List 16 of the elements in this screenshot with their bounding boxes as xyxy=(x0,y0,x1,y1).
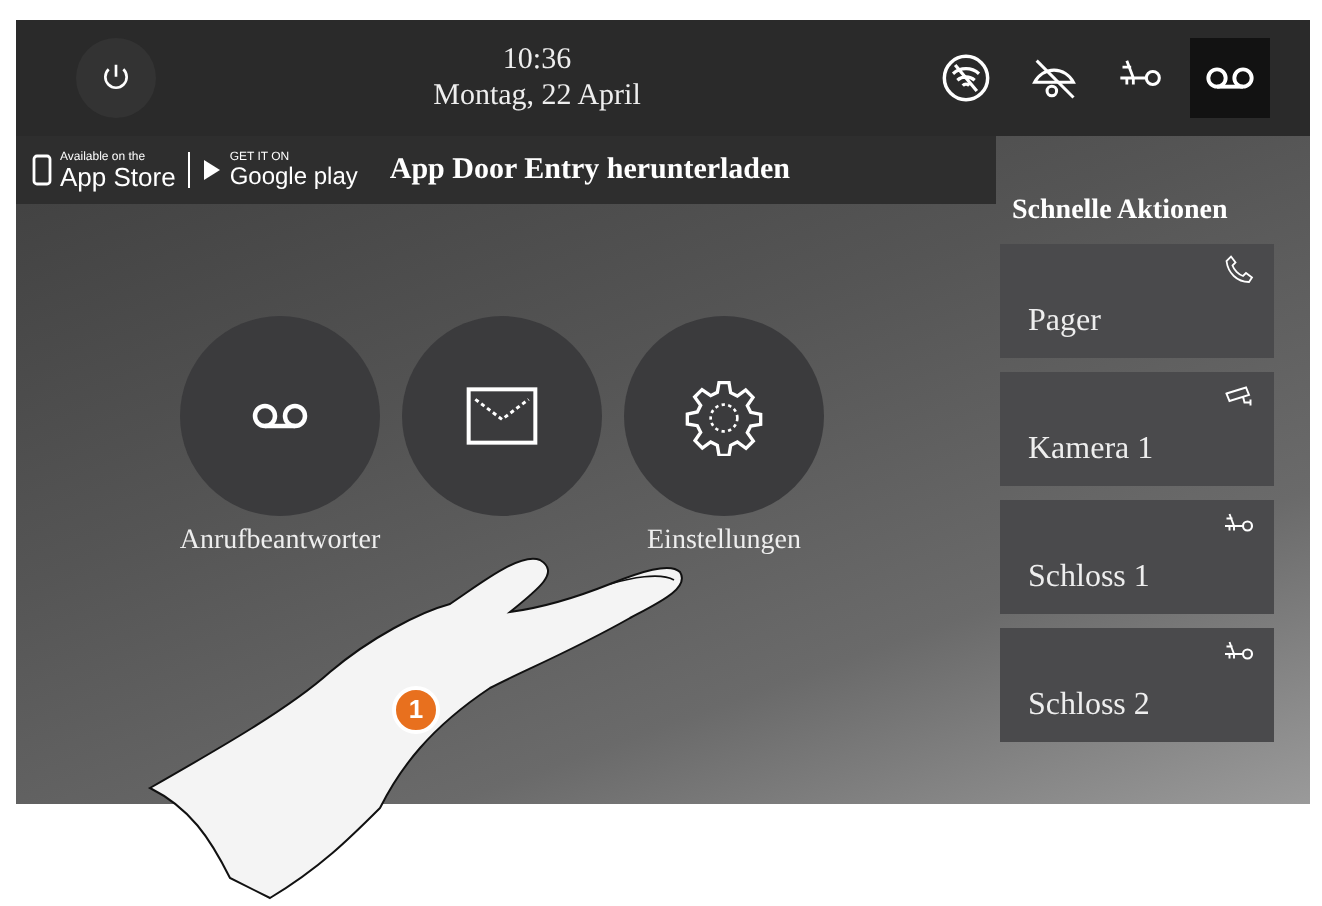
quick-action-button[interactable]: Schloss 1 xyxy=(1000,500,1274,614)
quick-action-button[interactable]: Schloss 2 xyxy=(1000,628,1274,742)
phone-icon xyxy=(1222,252,1258,288)
tile-label: Einstellungen xyxy=(647,524,801,560)
quick-action-button[interactable]: Pager xyxy=(1000,244,1274,358)
clock-time: 10:36 xyxy=(500,42,574,78)
settings-icon xyxy=(684,376,764,456)
section-title: Schnelle Aktionen xyxy=(1010,194,1230,230)
tile-label: Anrufbeantworter xyxy=(179,524,381,560)
status-toggle[interactable] xyxy=(1190,38,1270,118)
date-text: Montag, 22 April xyxy=(431,78,643,114)
power-button[interactable] xyxy=(76,38,156,118)
wifi-off-icon xyxy=(940,52,992,104)
quick-action-button[interactable]: Kamera 1 xyxy=(1000,372,1274,486)
power-icon xyxy=(100,62,132,94)
download-app-text: App Door Entry herunterladen xyxy=(389,151,791,190)
